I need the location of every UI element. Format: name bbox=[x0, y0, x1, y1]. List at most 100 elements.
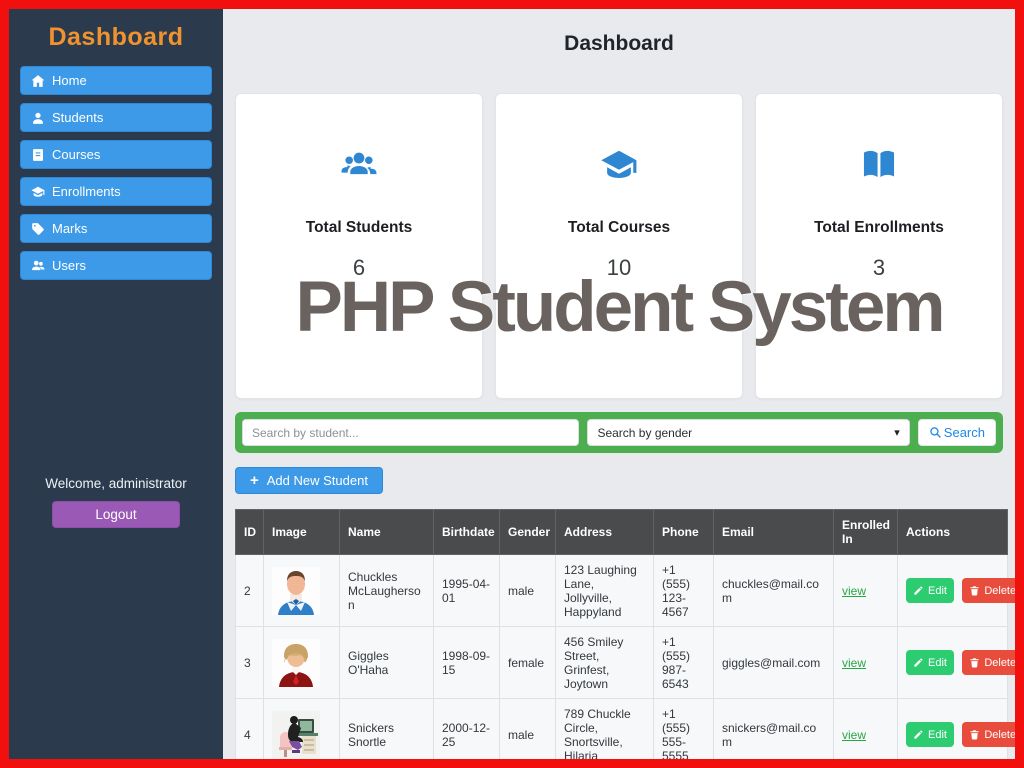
sidebar-item-label: Courses bbox=[52, 147, 100, 162]
view-link[interactable]: view bbox=[842, 656, 866, 670]
sidebar-item-students[interactable]: Students bbox=[20, 103, 212, 132]
main-content: Dashboard Total Students 6 Total Courses… bbox=[223, 9, 1015, 759]
sidebar-item-enrollments[interactable]: Enrollments bbox=[20, 177, 212, 206]
column-header-name: Name bbox=[340, 510, 434, 555]
search-button-label: Search bbox=[944, 425, 985, 440]
column-header-actions: Actions bbox=[898, 510, 1008, 555]
home-icon bbox=[31, 74, 45, 88]
cell-gender: male bbox=[500, 555, 556, 627]
add-new-student-button[interactable]: + Add New Student bbox=[235, 467, 383, 494]
cell-gender: male bbox=[500, 699, 556, 760]
search-bar: Search by gender ▾ Search bbox=[235, 412, 1003, 453]
sidebar: Dashboard Home Students Courses bbox=[9, 9, 223, 759]
add-new-student-label: Add New Student bbox=[267, 473, 368, 488]
welcome-text: Welcome, administrator bbox=[9, 476, 223, 491]
gender-select[interactable]: Search by gender ▾ bbox=[587, 419, 909, 446]
pencil-icon bbox=[913, 585, 924, 596]
graduation-cap-icon bbox=[31, 185, 45, 199]
column-header-address: Address bbox=[556, 510, 654, 555]
edit-button[interactable]: Edit bbox=[906, 650, 954, 675]
total-courses-card: Total Courses 10 bbox=[495, 93, 743, 399]
search-button[interactable]: Search bbox=[918, 419, 996, 446]
cell-birthdate: 1995-04-01 bbox=[434, 555, 500, 627]
cell-name: Giggles O'Haha bbox=[340, 627, 434, 699]
table-row: 2 Chuckles McLaugherso bbox=[236, 555, 1008, 627]
person-at-desk-avatar bbox=[272, 711, 320, 759]
cell-birthdate: 1998-09-15 bbox=[434, 627, 500, 699]
cell-actions: Edit Delete bbox=[898, 627, 1008, 699]
search-icon bbox=[929, 426, 942, 439]
delete-button[interactable]: Delete bbox=[962, 722, 1015, 747]
gender-select-value: Search by gender bbox=[597, 426, 692, 440]
cell-address: 456 Smiley Street, Grinfest, Joytown bbox=[556, 627, 654, 699]
cell-phone: +1 (555) 123-4567 bbox=[654, 555, 714, 627]
trash-icon bbox=[969, 729, 980, 740]
cell-email: giggles@mail.com bbox=[714, 627, 834, 699]
cell-phone: +1 (555) 555-5555 bbox=[654, 699, 714, 760]
column-header-enrolled-in: Enrolled In bbox=[834, 510, 898, 555]
cell-name: Chuckles McLaugherson bbox=[340, 555, 434, 627]
logout-button[interactable]: Logout bbox=[52, 501, 180, 528]
sidebar-title: Dashboard bbox=[9, 23, 223, 52]
delete-button[interactable]: Delete bbox=[962, 578, 1015, 603]
cell-image bbox=[264, 555, 340, 627]
card-label: Total Enrollments bbox=[756, 219, 1002, 237]
column-header-birthdate: Birthdate bbox=[434, 510, 500, 555]
cell-address: 123 Laughing Lane, Jollyville, Happyland bbox=[556, 555, 654, 627]
cell-enrolled-in: view bbox=[834, 699, 898, 760]
cell-id: 2 bbox=[236, 555, 264, 627]
open-book-icon bbox=[860, 146, 898, 184]
cell-image bbox=[264, 627, 340, 699]
sidebar-menu: Home Students Courses Enrollments bbox=[9, 66, 223, 280]
page-title: Dashboard bbox=[235, 32, 1003, 56]
cell-enrolled-in: view bbox=[834, 627, 898, 699]
sidebar-item-users[interactable]: Users bbox=[20, 251, 212, 280]
cell-gender: female bbox=[500, 627, 556, 699]
card-label: Total Courses bbox=[496, 219, 742, 237]
plus-icon: + bbox=[250, 472, 259, 489]
app-window: Dashboard Home Students Courses bbox=[0, 0, 1024, 768]
students-table: ID Image Name Birthdate Gender Address P… bbox=[235, 509, 1008, 759]
column-header-id: ID bbox=[236, 510, 264, 555]
sidebar-item-label: Students bbox=[52, 110, 103, 125]
view-link[interactable]: view bbox=[842, 584, 866, 598]
chevron-down-icon: ▾ bbox=[894, 426, 900, 439]
sidebar-item-home[interactable]: Home bbox=[20, 66, 212, 95]
stats-cards: Total Students 6 Total Courses 10 Total … bbox=[235, 93, 1003, 399]
person-red-suit-avatar bbox=[272, 639, 320, 687]
users-icon bbox=[31, 259, 45, 273]
sidebar-item-courses[interactable]: Courses bbox=[20, 140, 212, 169]
cell-id: 4 bbox=[236, 699, 264, 760]
table-row: 4 bbox=[236, 699, 1008, 760]
column-header-gender: Gender bbox=[500, 510, 556, 555]
card-value: 10 bbox=[496, 255, 742, 281]
card-label: Total Students bbox=[236, 219, 482, 237]
graduation-cap-icon bbox=[600, 146, 638, 184]
cell-actions: Edit Delete bbox=[898, 699, 1008, 760]
users-group-icon bbox=[340, 146, 378, 184]
sidebar-item-label: Enrollments bbox=[52, 184, 121, 199]
cell-address: 789 Chuckle Circle, Snortsville, Hilaria bbox=[556, 699, 654, 760]
sidebar-item-marks[interactable]: Marks bbox=[20, 214, 212, 243]
sidebar-item-label: Home bbox=[52, 73, 87, 88]
cell-email: chuckles@mail.com bbox=[714, 555, 834, 627]
pencil-icon bbox=[913, 729, 924, 740]
total-students-card: Total Students 6 bbox=[235, 93, 483, 399]
cell-birthdate: 2000-12-25 bbox=[434, 699, 500, 760]
search-student-input[interactable] bbox=[242, 419, 579, 446]
cell-enrolled-in: view bbox=[834, 555, 898, 627]
card-value: 3 bbox=[756, 255, 1002, 281]
edit-button[interactable]: Edit bbox=[906, 722, 954, 747]
delete-button[interactable]: Delete bbox=[962, 650, 1015, 675]
cell-id: 3 bbox=[236, 627, 264, 699]
trash-icon bbox=[969, 657, 980, 668]
edit-button[interactable]: Edit bbox=[906, 578, 954, 603]
column-header-phone: Phone bbox=[654, 510, 714, 555]
sidebar-item-label: Marks bbox=[52, 221, 87, 236]
cell-image bbox=[264, 699, 340, 760]
pencil-icon bbox=[913, 657, 924, 668]
cell-actions: Edit Delete bbox=[898, 555, 1008, 627]
view-link[interactable]: view bbox=[842, 728, 866, 742]
book-icon bbox=[31, 148, 45, 162]
total-enrollments-card: Total Enrollments 3 bbox=[755, 93, 1003, 399]
